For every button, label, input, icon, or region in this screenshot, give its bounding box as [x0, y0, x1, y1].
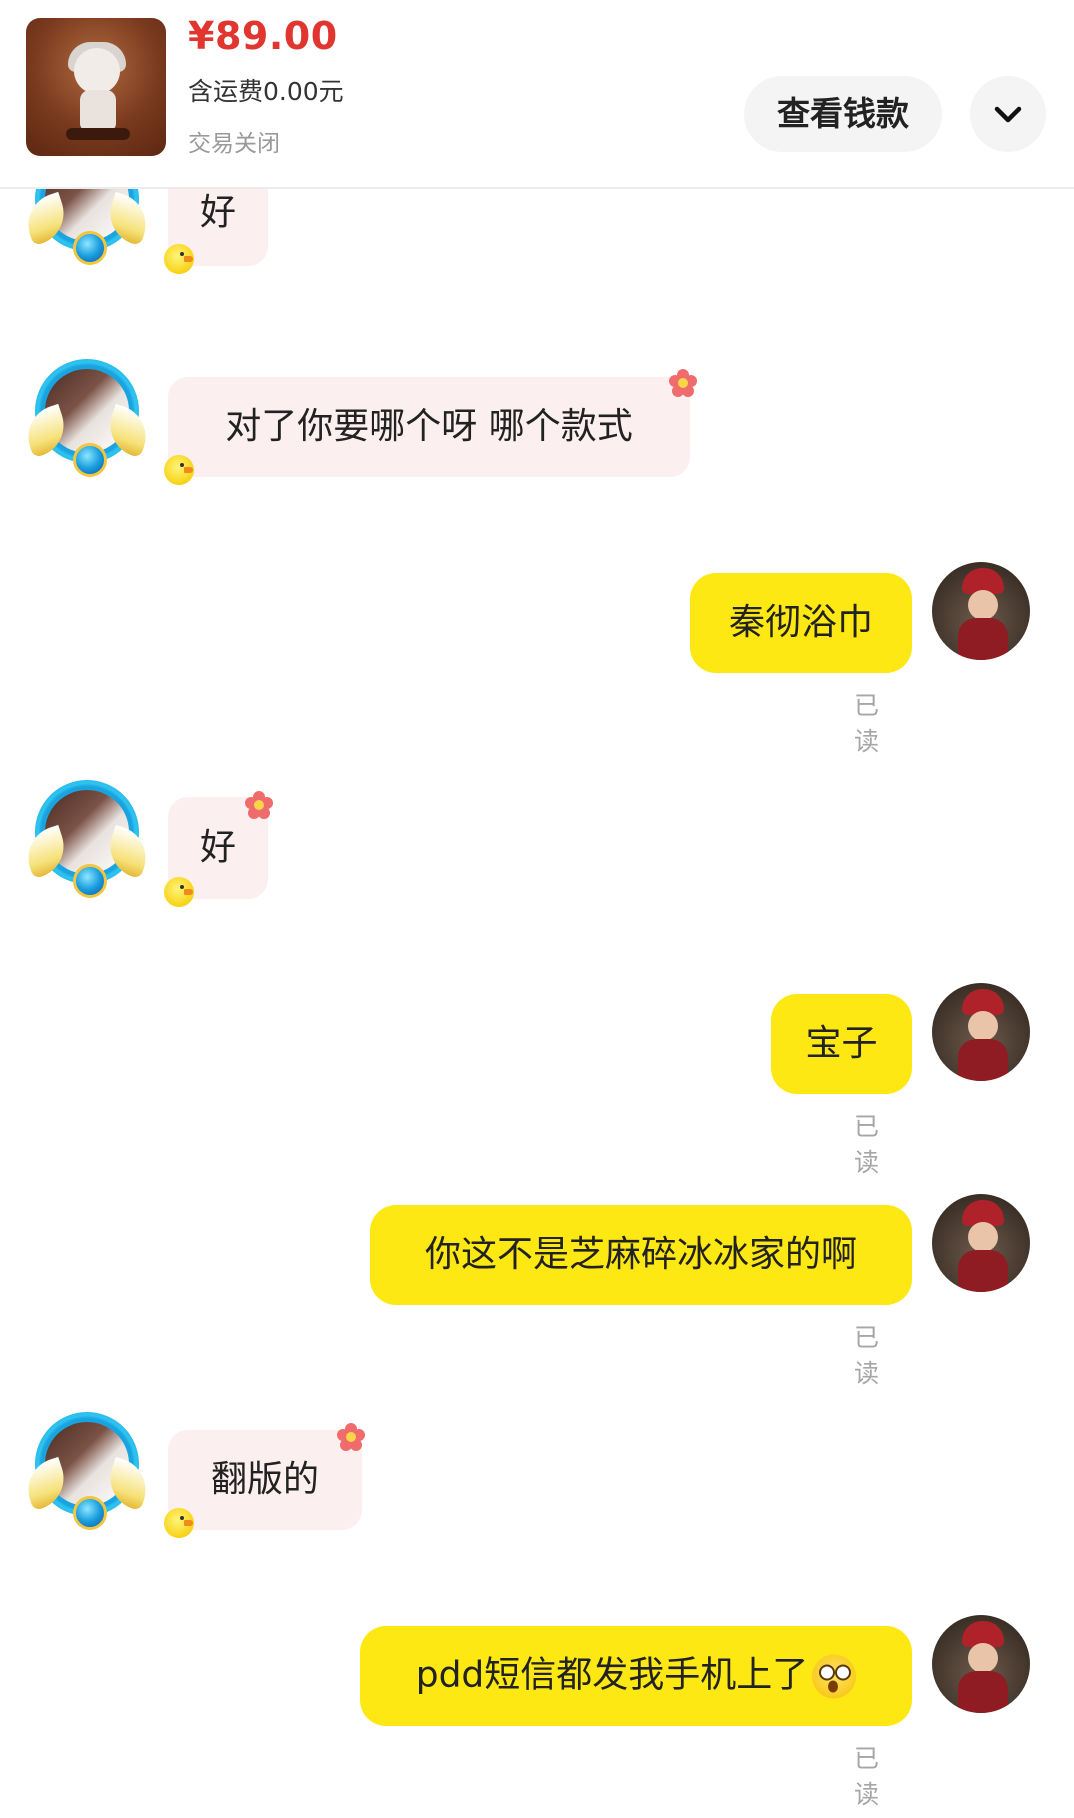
flower-icon — [245, 791, 273, 819]
surprised-face-emoji — [812, 1654, 857, 1699]
other-avatar[interactable] — [20, 357, 154, 479]
read-receipt: 已读 — [854, 1323, 880, 1388]
flower-icon — [669, 369, 697, 397]
chick-icon — [164, 1508, 194, 1538]
message-bubble[interactable]: 翻版的 — [168, 1430, 362, 1530]
product-price: ¥89.00 — [188, 14, 338, 58]
chick-icon — [164, 455, 194, 485]
read-receipt: 已读 — [854, 691, 880, 756]
figure-head — [74, 48, 120, 94]
message-bubble[interactable]: 秦彻浴巾 — [690, 573, 912, 673]
order-header: ¥89.00 含运费0.00元 交易关闭 查看钱款 — [0, 0, 1074, 189]
order-status: 交易关闭 — [188, 131, 280, 157]
self-avatar[interactable] — [932, 1194, 1030, 1292]
other-avatar[interactable] — [20, 778, 154, 900]
message-text: 秦彻浴巾 — [728, 602, 873, 643]
other-avatar[interactable] — [20, 1410, 154, 1532]
message-text: pdd短信都发我手机上了 — [415, 1654, 809, 1696]
other-avatar[interactable] — [20, 187, 154, 267]
figure-body — [80, 90, 116, 130]
self-avatar[interactable] — [932, 562, 1030, 660]
chick-icon — [164, 244, 194, 274]
chick-icon — [164, 877, 194, 907]
chat-message-list[interactable]: 好 对了你要哪个呀 哪个款式 秦彻浴巾 已读 好 宝子 已读 你这不是芝麻碎冰冰… — [0, 187, 1074, 1818]
message-text: 你这不是芝麻碎冰冰家的啊 — [424, 1234, 857, 1275]
shipping-fee: 含运费0.00元 — [188, 77, 344, 106]
message-text: 对了你要哪个呀 哪个款式 — [225, 406, 633, 447]
message-text: 宝子 — [805, 1023, 878, 1064]
figure-base — [66, 128, 130, 140]
message-text: 好 — [199, 827, 236, 868]
message-text: 好 — [199, 192, 236, 233]
message-text-with-emoji: pdd短信都发我手机上了 — [360, 1654, 912, 1699]
self-avatar[interactable] — [932, 983, 1030, 1081]
chevron-down-icon — [994, 106, 1022, 123]
message-bubble[interactable]: pdd短信都发我手机上了 — [360, 1626, 912, 1726]
view-money-button[interactable]: 查看钱款 — [744, 76, 942, 152]
message-text: 翻版的 — [210, 1459, 319, 1500]
self-avatar[interactable] — [932, 1615, 1030, 1713]
product-thumbnail[interactable] — [26, 18, 166, 156]
message-bubble[interactable]: 宝子 — [771, 994, 912, 1094]
expand-button[interactable] — [970, 76, 1046, 152]
read-receipt: 已读 — [854, 1744, 880, 1809]
message-bubble[interactable]: 你这不是芝麻碎冰冰家的啊 — [370, 1205, 912, 1305]
flower-icon — [337, 1423, 365, 1451]
message-bubble[interactable]: 对了你要哪个呀 哪个款式 — [168, 377, 690, 477]
read-receipt: 已读 — [854, 1112, 880, 1177]
